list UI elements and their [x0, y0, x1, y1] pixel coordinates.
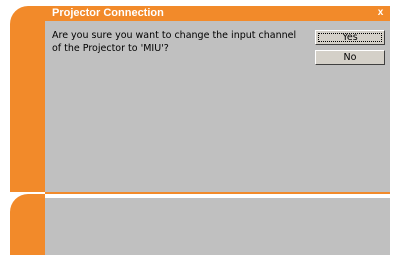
lower-panel	[45, 198, 390, 255]
confirmation-message: Are you sure you want to change the inpu…	[52, 30, 297, 54]
orange-side-rail-bottom	[10, 194, 45, 255]
yes-button[interactable]: Yes	[315, 30, 385, 45]
dialog-titlebar: Projector Connection x	[45, 6, 390, 21]
dialog-body: Are you sure you want to change the inpu…	[45, 21, 390, 192]
dialog-title: Projector Connection	[52, 7, 164, 19]
orange-side-rail-top	[10, 6, 45, 192]
close-button[interactable]: x	[375, 7, 386, 19]
no-button[interactable]: No	[315, 50, 385, 65]
projector-connection-window: Projector Connection x Are you sure you …	[0, 0, 397, 255]
